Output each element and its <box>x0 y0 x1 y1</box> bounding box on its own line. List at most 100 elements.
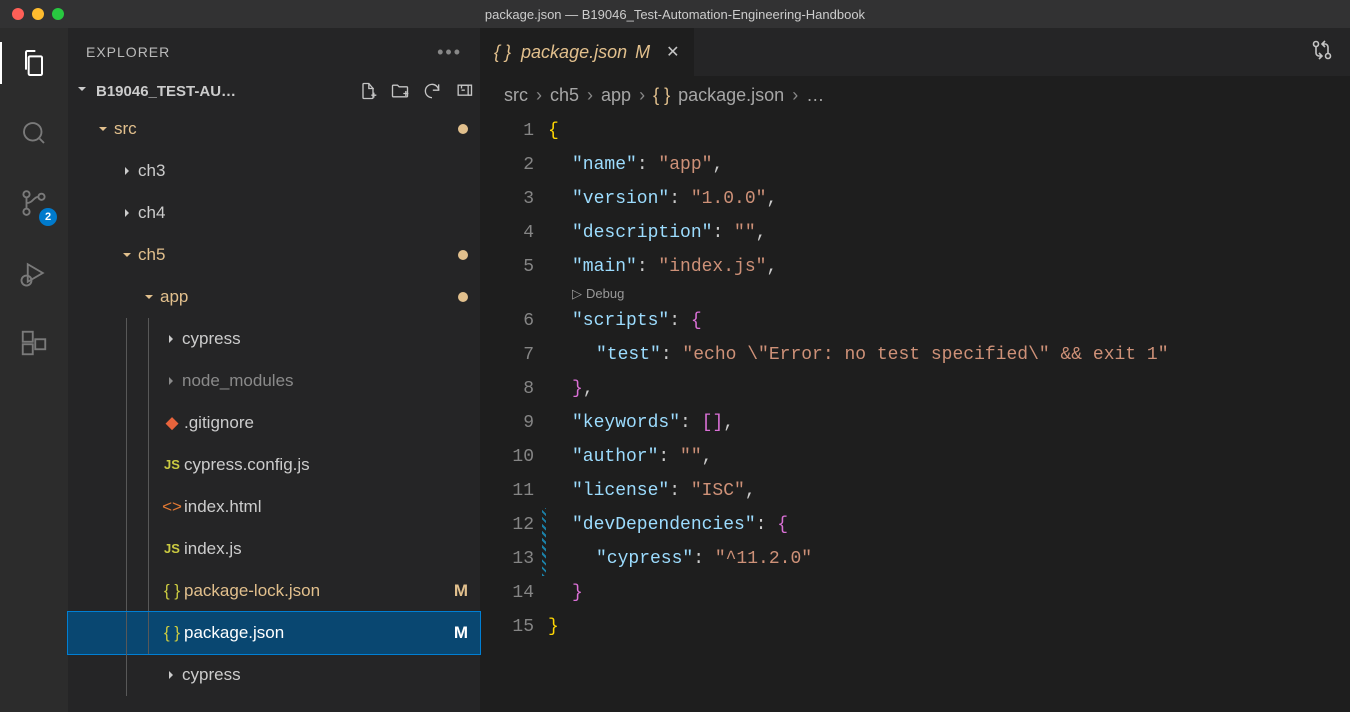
tab-package-json[interactable]: { } package.json M ✕ <box>480 28 695 76</box>
git-compare-button[interactable] <box>1310 38 1334 67</box>
window-title: package.json — B19046_Test-Automation-En… <box>485 7 865 22</box>
chevron-down-icon <box>116 247 138 263</box>
tree-item-label: package-lock.json <box>184 579 448 603</box>
chevron-right-icon <box>116 163 138 179</box>
git-compare-icon <box>1310 38 1334 62</box>
js-icon: JS <box>160 540 184 558</box>
new-folder-button[interactable] <box>390 81 410 101</box>
json-braces-icon: { } <box>160 579 184 603</box>
close-tab-button[interactable]: ✕ <box>666 42 679 62</box>
chevron-right-icon: › <box>639 85 645 106</box>
tree-item-label: cypress.config.js <box>184 453 468 477</box>
explorer-header: EXPLORER ••• <box>68 28 480 76</box>
tab-label: package.json <box>521 42 627 63</box>
run-debug-view-button[interactable] <box>13 252 55 294</box>
extensions-view-button[interactable] <box>13 322 55 364</box>
maximize-window-button[interactable] <box>52 8 64 20</box>
tree-item-label: cypress <box>182 663 468 687</box>
tree-item-label: package.json <box>184 621 448 645</box>
window-controls <box>12 8 64 20</box>
modified-indicator <box>458 292 468 302</box>
chevron-right-icon <box>116 205 138 221</box>
close-window-button[interactable] <box>12 8 24 20</box>
js-icon: JS <box>160 456 184 474</box>
folder-cypress-2[interactable]: cypress <box>68 654 480 696</box>
explorer-view-button[interactable] <box>13 42 55 84</box>
scm-badge: 2 <box>39 208 57 226</box>
breadcrumb-item[interactable]: src <box>504 85 528 106</box>
file-index-html[interactable]: <> index.html <box>68 486 480 528</box>
folder-cypress[interactable]: cypress <box>68 318 480 360</box>
folder-ch5[interactable]: ch5 <box>68 234 480 276</box>
editor-group: { } package.json M ✕ src › ch5 › app › <box>480 28 1350 712</box>
search-icon <box>19 118 49 148</box>
file-package-json[interactable]: { } package.json M <box>68 612 480 654</box>
run-debug-icon <box>19 258 49 288</box>
tree-item-label: node_modules <box>182 369 468 393</box>
file-gitignore[interactable]: ◆ .gitignore <box>68 402 480 444</box>
breadcrumb-item[interactable]: package.json <box>678 85 784 106</box>
chevron-right-icon <box>160 373 182 389</box>
modified-badge: M <box>454 579 468 603</box>
json-braces-icon: { } <box>494 42 511 63</box>
tree-item-label: .gitignore <box>184 411 468 435</box>
extensions-icon <box>19 328 49 358</box>
folder-ch4[interactable]: ch4 <box>68 192 480 234</box>
refresh-button[interactable] <box>422 81 442 101</box>
breadcrumb-item[interactable]: ch5 <box>550 85 579 106</box>
json-braces-icon: { } <box>160 621 184 645</box>
chevron-down-icon <box>138 289 160 305</box>
title-bar: package.json — B19046_Test-Automation-En… <box>0 0 1350 28</box>
file-cypress-config[interactable]: JS cypress.config.js <box>68 444 480 486</box>
folder-src[interactable]: src <box>68 108 480 150</box>
folder-node-modules[interactable]: node_modules <box>68 360 480 402</box>
chevron-right-icon: › <box>536 85 542 106</box>
modified-indicator <box>458 250 468 260</box>
tree-item-label: app <box>160 285 452 309</box>
chevron-right-icon <box>160 667 182 683</box>
folder-app[interactable]: app <box>68 276 480 318</box>
code-editor[interactable]: 1 2 3 4 5 6 7 8 9 10 11 12 13 14 15 { "n… <box>480 114 1350 712</box>
collapse-all-button[interactable] <box>454 81 474 101</box>
source-control-view-button[interactable]: 2 <box>13 182 55 224</box>
folder-ch3[interactable]: ch3 <box>68 150 480 192</box>
file-index-js[interactable]: JS index.js <box>68 528 480 570</box>
chevron-right-icon <box>160 331 182 347</box>
tree-item-label: ch4 <box>138 201 468 225</box>
json-braces-icon: { } <box>653 85 670 106</box>
chevron-down-icon <box>74 81 90 101</box>
explorer-title: EXPLORER <box>86 44 170 60</box>
files-icon <box>18 47 50 79</box>
activity-bar: 2 <box>0 28 68 712</box>
breadcrumbs[interactable]: src › ch5 › app › { } package.json › … <box>480 76 1350 114</box>
git-diff-marker[interactable] <box>542 508 546 576</box>
breadcrumb-item[interactable]: … <box>806 85 824 106</box>
debug-codelens[interactable]: ▷Debug <box>548 284 1350 304</box>
file-tree: src ch3 ch4 ch5 app <box>68 106 480 696</box>
search-view-button[interactable] <box>13 112 55 154</box>
tree-item-label: ch5 <box>138 243 452 267</box>
chevron-right-icon: › <box>792 85 798 106</box>
modified-indicator <box>458 124 468 134</box>
explorer-more-button[interactable]: ••• <box>437 42 462 63</box>
explorer-sidebar: EXPLORER ••• B19046_TEST-AU… <box>68 28 480 712</box>
tab-bar: { } package.json M ✕ <box>480 28 1350 76</box>
modified-badge: M <box>454 621 468 645</box>
git-icon: ◆ <box>160 411 184 435</box>
chevron-down-icon <box>92 121 114 137</box>
folder-section-header[interactable]: B19046_TEST-AU… <box>68 76 480 106</box>
project-name: B19046_TEST-AU… <box>96 83 348 100</box>
tree-item-label: src <box>114 117 452 141</box>
tree-item-label: ch3 <box>138 159 468 183</box>
chevron-right-icon: › <box>587 85 593 106</box>
breadcrumb-item[interactable]: app <box>601 85 631 106</box>
minimize-window-button[interactable] <box>32 8 44 20</box>
new-file-button[interactable] <box>358 81 378 101</box>
file-package-lock[interactable]: { } package-lock.json M <box>68 570 480 612</box>
line-numbers: 1 2 3 4 5 6 7 8 9 10 11 12 13 14 15 <box>480 114 548 712</box>
tab-modified-badge: M <box>635 42 650 63</box>
tree-item-label: index.html <box>184 495 468 519</box>
tree-item-label: cypress <box>182 327 468 351</box>
tree-item-label: index.js <box>184 537 468 561</box>
code-content[interactable]: { "name": "app", "version": "1.0.0", "de… <box>548 114 1350 712</box>
